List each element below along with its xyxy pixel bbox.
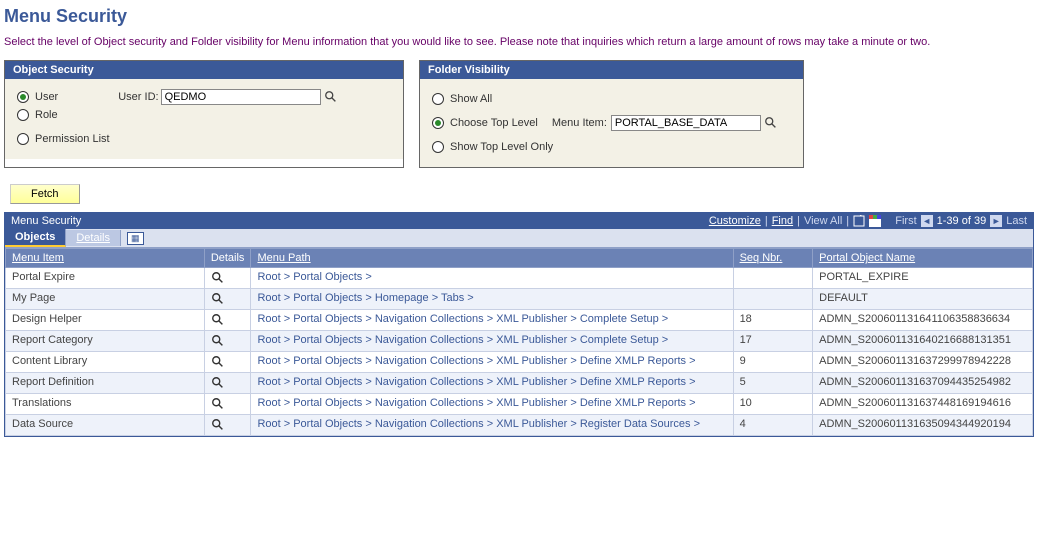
grid-first-link[interactable]: First — [895, 215, 916, 227]
cell-details-icon[interactable] — [204, 310, 251, 331]
cell-portal-object: DEFAULT — [813, 289, 1033, 310]
cell-portal-object: ADMN_S200601131637448169194616 — [813, 394, 1033, 415]
cell-details-icon[interactable] — [204, 331, 251, 352]
cell-menu-path-link[interactable]: Root > Portal Objects > Navigation Colle… — [257, 418, 700, 430]
radio-show-all[interactable] — [432, 93, 444, 105]
grid-zoom-icon[interactable] — [853, 215, 865, 227]
table-row: Data Source Root > Portal Objects > Navig… — [6, 415, 1033, 436]
fetch-button[interactable]: Fetch — [10, 184, 80, 204]
radio-choose-top-level[interactable] — [432, 117, 444, 129]
tab-details[interactable]: Details — [66, 230, 121, 246]
cell-seq-nbr: 5 — [733, 373, 813, 394]
cell-details-icon[interactable] — [204, 373, 251, 394]
user-id-input[interactable] — [161, 89, 321, 105]
cell-menu-item: Data Source — [6, 415, 205, 436]
page-description: Select the level of Object security and … — [4, 35, 1034, 50]
object-security-header: Object Security — [5, 61, 403, 79]
tab-objects[interactable]: Objects — [5, 229, 66, 247]
cell-menu-path-link[interactable]: Root > Portal Objects > Navigation Colle… — [257, 334, 668, 346]
radio-role[interactable] — [17, 109, 29, 121]
menu-item-lookup-icon[interactable] — [764, 116, 778, 130]
cell-details-icon[interactable] — [204, 415, 251, 436]
col-menu-path[interactable]: Menu Path — [251, 249, 733, 268]
grid-next-icon[interactable]: ► — [990, 215, 1002, 227]
col-portal-object[interactable]: Portal Object Name — [813, 249, 1033, 268]
cell-menu-path-link[interactable]: Root > Portal Objects > Navigation Colle… — [257, 355, 695, 367]
radio-choose-top-level-label: Choose Top Level — [450, 117, 538, 129]
menu-item-label: Menu Item: — [552, 117, 607, 129]
cell-portal-object: ADMN_S200601131637299978942228 — [813, 352, 1033, 373]
cell-portal-object: PORTAL_EXPIRE — [813, 268, 1033, 289]
user-id-lookup-icon[interactable] — [324, 90, 338, 104]
page-title: Menu Security — [4, 6, 1034, 27]
cell-menu-path-link[interactable]: Root > Portal Objects > Navigation Colle… — [257, 313, 668, 325]
table-row: Report Definition Root > Portal Objects >… — [6, 373, 1033, 394]
radio-user[interactable] — [17, 91, 29, 103]
cell-seq-nbr — [733, 268, 813, 289]
grid-download-icon[interactable] — [869, 215, 881, 227]
grid-prev-icon[interactable]: ◄ — [921, 215, 933, 227]
table-row: Design Helper Root > Portal Objects > Nav… — [6, 310, 1033, 331]
grid-customize-link[interactable]: Customize — [709, 215, 761, 227]
cell-menu-item: Portal Expire — [6, 268, 205, 289]
cell-details-icon[interactable] — [204, 268, 251, 289]
cell-seq-nbr: 9 — [733, 352, 813, 373]
radio-show-top-only[interactable] — [432, 141, 444, 153]
cell-menu-path-link[interactable]: Root > Portal Objects > Navigation Colle… — [257, 376, 695, 388]
cell-portal-object: ADMN_S200601131640216688131351 — [813, 331, 1033, 352]
cell-menu-item: Report Definition — [6, 373, 205, 394]
cell-seq-nbr — [733, 289, 813, 310]
table-row: Report Category Root > Portal Objects > N… — [6, 331, 1033, 352]
cell-menu-path-link[interactable]: Root > Portal Objects > Navigation Colle… — [257, 397, 695, 409]
cell-details-icon[interactable] — [204, 352, 251, 373]
grid-view-all-link[interactable]: View All — [804, 215, 842, 227]
grid-range: 1-39 of 39 — [937, 215, 987, 227]
radio-user-label: User — [35, 91, 58, 103]
table-row: Content Library Root > Portal Objects > N… — [6, 352, 1033, 373]
grid-show-all-cols-icon[interactable]: ▦ — [127, 232, 144, 245]
radio-show-top-only-label: Show Top Level Only — [450, 141, 553, 153]
radio-role-label: Role — [35, 109, 58, 121]
cell-menu-path-link[interactable]: Root > Portal Objects > Homepage > Tabs … — [257, 292, 473, 304]
menu-security-grid: Menu Security Customize | Find | View Al… — [4, 212, 1034, 437]
cell-menu-item: Design Helper — [6, 310, 205, 331]
folder-visibility-panel: Folder Visibility Show All Choose Top Le… — [419, 60, 804, 168]
folder-visibility-header: Folder Visibility — [420, 61, 803, 79]
col-seq-nbr[interactable]: Seq Nbr. — [733, 249, 813, 268]
col-details: Details — [204, 249, 251, 268]
grid-last-link[interactable]: Last — [1006, 215, 1027, 227]
radio-permission-list[interactable] — [17, 133, 29, 145]
table-row: Portal Expire Root > Portal Objects > PORT… — [6, 268, 1033, 289]
user-id-label: User ID: — [118, 91, 158, 103]
cell-portal-object: ADMN_S200601131635094344920194 — [813, 415, 1033, 436]
radio-permission-list-label: Permission List — [35, 133, 110, 145]
cell-menu-item: Translations — [6, 394, 205, 415]
col-menu-item[interactable]: Menu Item — [6, 249, 205, 268]
cell-seq-nbr: 4 — [733, 415, 813, 436]
object-security-panel: Object Security User User ID: Role Permi… — [4, 60, 404, 168]
cell-portal-object: ADMN_S200601131641106358836634 — [813, 310, 1033, 331]
grid-find-link[interactable]: Find — [772, 215, 793, 227]
cell-details-icon[interactable] — [204, 289, 251, 310]
cell-details-icon[interactable] — [204, 394, 251, 415]
radio-show-all-label: Show All — [450, 93, 492, 105]
cell-menu-item: Content Library — [6, 352, 205, 373]
cell-menu-item: Report Category — [6, 331, 205, 352]
cell-portal-object: ADMN_S200601131637094435254982 — [813, 373, 1033, 394]
cell-menu-path-link[interactable]: Root > Portal Objects > — [257, 271, 371, 283]
cell-seq-nbr: 10 — [733, 394, 813, 415]
cell-seq-nbr: 17 — [733, 331, 813, 352]
cell-seq-nbr: 18 — [733, 310, 813, 331]
menu-item-input[interactable] — [611, 115, 761, 131]
table-row: My Page Root > Portal Objects > Homepage … — [6, 289, 1033, 310]
table-row: Translations Root > Portal Objects > Navi… — [6, 394, 1033, 415]
cell-menu-item: My Page — [6, 289, 205, 310]
grid-title: Menu Security — [11, 215, 81, 227]
